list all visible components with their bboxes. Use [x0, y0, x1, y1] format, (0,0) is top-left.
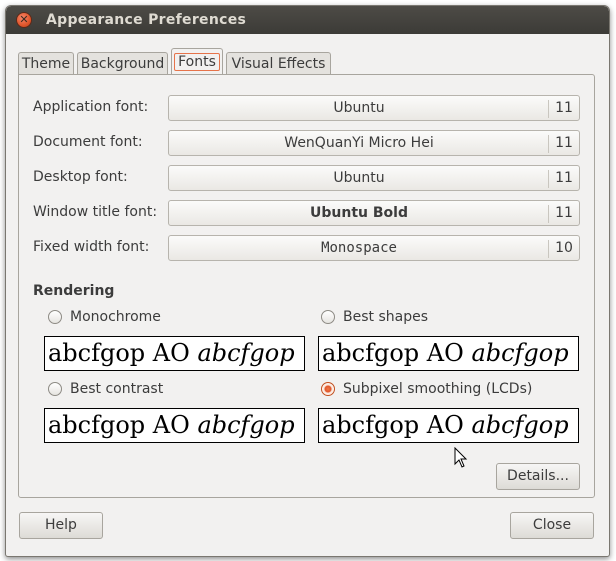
tab-visual-effects-label: Visual Effects	[231, 56, 326, 72]
document-font-row: Document font: WenQuanYi Micro Hei 11	[19, 130, 596, 156]
radio-button[interactable]	[48, 310, 62, 324]
window-title-font-label: Window title font:	[33, 204, 158, 220]
font-size: 11	[555, 135, 573, 151]
desktop-font-button[interactable]: Ubuntu 11	[168, 165, 580, 191]
radio-button[interactable]	[48, 382, 62, 396]
font-name: Ubuntu	[333, 170, 385, 186]
best-contrast-preview[interactable]: abcfgop AO abcfgop	[44, 408, 305, 443]
details-button[interactable]: Details...	[496, 463, 580, 490]
titlebar: ✕ Appearance Preferences	[6, 6, 609, 34]
monochrome-preview[interactable]: abcfgop AO abcfgop	[44, 336, 305, 371]
font-name: Ubuntu Bold	[310, 205, 408, 221]
window-close-icon[interactable]: ✕	[16, 12, 32, 28]
best-shapes-preview[interactable]: abcfgop AO abcfgop	[318, 336, 579, 371]
window-title: Appearance Preferences	[46, 12, 247, 28]
desktop-font-row: Desktop font: Ubuntu 11	[19, 165, 596, 191]
mouse-pointer-icon	[454, 447, 468, 468]
sample-regular: abcfgop AO	[322, 339, 472, 367]
font-size: 11	[555, 100, 573, 116]
font-size: 11	[555, 205, 573, 221]
document-font-button[interactable]: WenQuanYi Micro Hei 11	[168, 130, 580, 156]
font-name: WenQuanYi Micro Hei	[284, 135, 434, 151]
radio-button-selected[interactable]	[321, 382, 335, 396]
help-button[interactable]: Help	[19, 512, 103, 539]
tab-fonts-label: Fonts	[174, 53, 220, 71]
fixed-width-font-label: Fixed width font:	[33, 239, 150, 255]
monochrome-label: Monochrome	[70, 309, 161, 325]
tab-theme-label: Theme	[21, 56, 71, 72]
application-font-row: Application font: Ubuntu 11	[19, 95, 596, 121]
window-title-font-row: Window title font: Ubuntu Bold 11	[19, 200, 596, 226]
font-name: Monospace	[321, 240, 397, 256]
tab-background-label: Background	[80, 56, 165, 72]
sample-italic: abcfgop	[471, 339, 569, 367]
sample-regular: abcfgop AO	[322, 411, 472, 439]
sample-regular: abcfgop AO	[48, 339, 198, 367]
desktop-font-label: Desktop font:	[33, 169, 128, 185]
rendering-heading: Rendering	[33, 283, 115, 299]
sample-italic: abcfgop	[471, 411, 569, 439]
fixed-width-font-button[interactable]: Monospace 10	[168, 235, 580, 261]
window-title-font-button[interactable]: Ubuntu Bold 11	[168, 200, 580, 226]
tab-background[interactable]: Background	[77, 52, 168, 75]
fonts-panel: Application font: Ubuntu 11 Document fon…	[18, 74, 595, 498]
tab-visual-effects[interactable]: Visual Effects	[226, 52, 331, 75]
radio-button[interactable]	[321, 310, 335, 324]
sample-italic: abcfgop	[197, 411, 295, 439]
tab-theme[interactable]: Theme	[18, 52, 74, 75]
subpixel-smoothing-label: Subpixel smoothing (LCDs)	[343, 381, 533, 397]
font-size: 10	[555, 240, 573, 256]
font-size: 11	[555, 170, 573, 186]
fixed-width-font-row: Fixed width font: Monospace 10	[19, 235, 596, 261]
font-name: Ubuntu	[333, 100, 385, 116]
sample-regular: abcfgop AO	[48, 411, 198, 439]
subpixel-smoothing-preview[interactable]: abcfgop AO abcfgop	[318, 408, 579, 443]
best-contrast-label: Best contrast	[70, 381, 164, 397]
application-font-button[interactable]: Ubuntu 11	[168, 95, 580, 121]
application-font-label: Application font:	[33, 99, 149, 115]
best-shapes-label: Best shapes	[343, 309, 428, 325]
close-button[interactable]: Close	[510, 512, 594, 539]
tab-fonts[interactable]: Fonts	[171, 48, 223, 76]
document-font-label: Document font:	[33, 134, 143, 150]
appearance-preferences-window: ✕ Appearance Preferences Theme Backgroun…	[5, 5, 610, 557]
sample-italic: abcfgop	[197, 339, 295, 367]
